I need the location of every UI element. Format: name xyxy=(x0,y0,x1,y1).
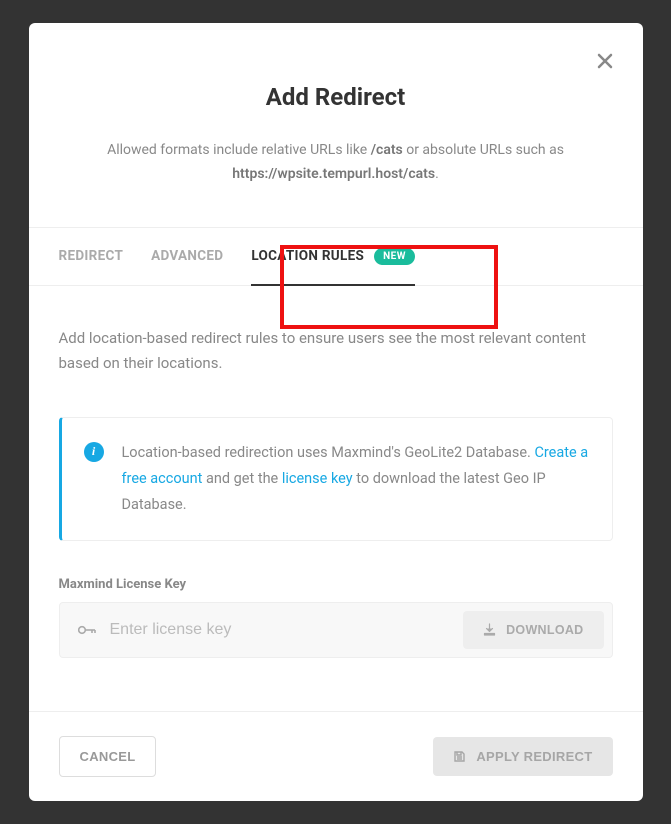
license-key-label: Maxmind License Key xyxy=(59,577,613,592)
modal-title: Add Redirect xyxy=(89,83,583,111)
license-key-row: DOWNLOAD xyxy=(59,602,613,658)
tabs: REDIRECT ADVANCED LOCATION RULES NEW xyxy=(29,227,643,286)
apply-redirect-button[interactable]: APPLY REDIRECT xyxy=(433,737,612,776)
info-box: i Location-based redirection uses Maxmin… xyxy=(59,417,613,541)
new-badge: NEW xyxy=(374,248,415,265)
key-icon xyxy=(78,620,96,639)
cancel-button[interactable]: CANCEL xyxy=(59,736,157,777)
download-icon xyxy=(483,623,496,636)
tab-content: Add location-based redirect rules to ens… xyxy=(29,286,643,711)
license-key-input[interactable] xyxy=(110,621,450,639)
save-icon xyxy=(453,750,466,763)
download-button[interactable]: DOWNLOAD xyxy=(463,611,603,649)
modal-header: Add Redirect Allowed formats include rel… xyxy=(29,23,643,227)
tab-advanced[interactable]: ADVANCED xyxy=(151,228,223,285)
info-icon: i xyxy=(84,442,104,462)
license-key-link[interactable]: license key xyxy=(282,470,353,487)
info-text: Location-based redirection uses Maxmind'… xyxy=(122,440,590,518)
location-rules-description: Add location-based redirect rules to ens… xyxy=(59,326,613,377)
add-redirect-modal: Add Redirect Allowed formats include rel… xyxy=(29,23,643,801)
tab-redirect[interactable]: REDIRECT xyxy=(59,228,124,285)
close-button[interactable] xyxy=(597,53,613,69)
modal-subtitle: Allowed formats include relative URLs li… xyxy=(89,139,583,187)
tab-location-rules[interactable]: LOCATION RULES NEW xyxy=(251,228,415,285)
modal-footer: CANCEL APPLY REDIRECT xyxy=(29,711,643,801)
